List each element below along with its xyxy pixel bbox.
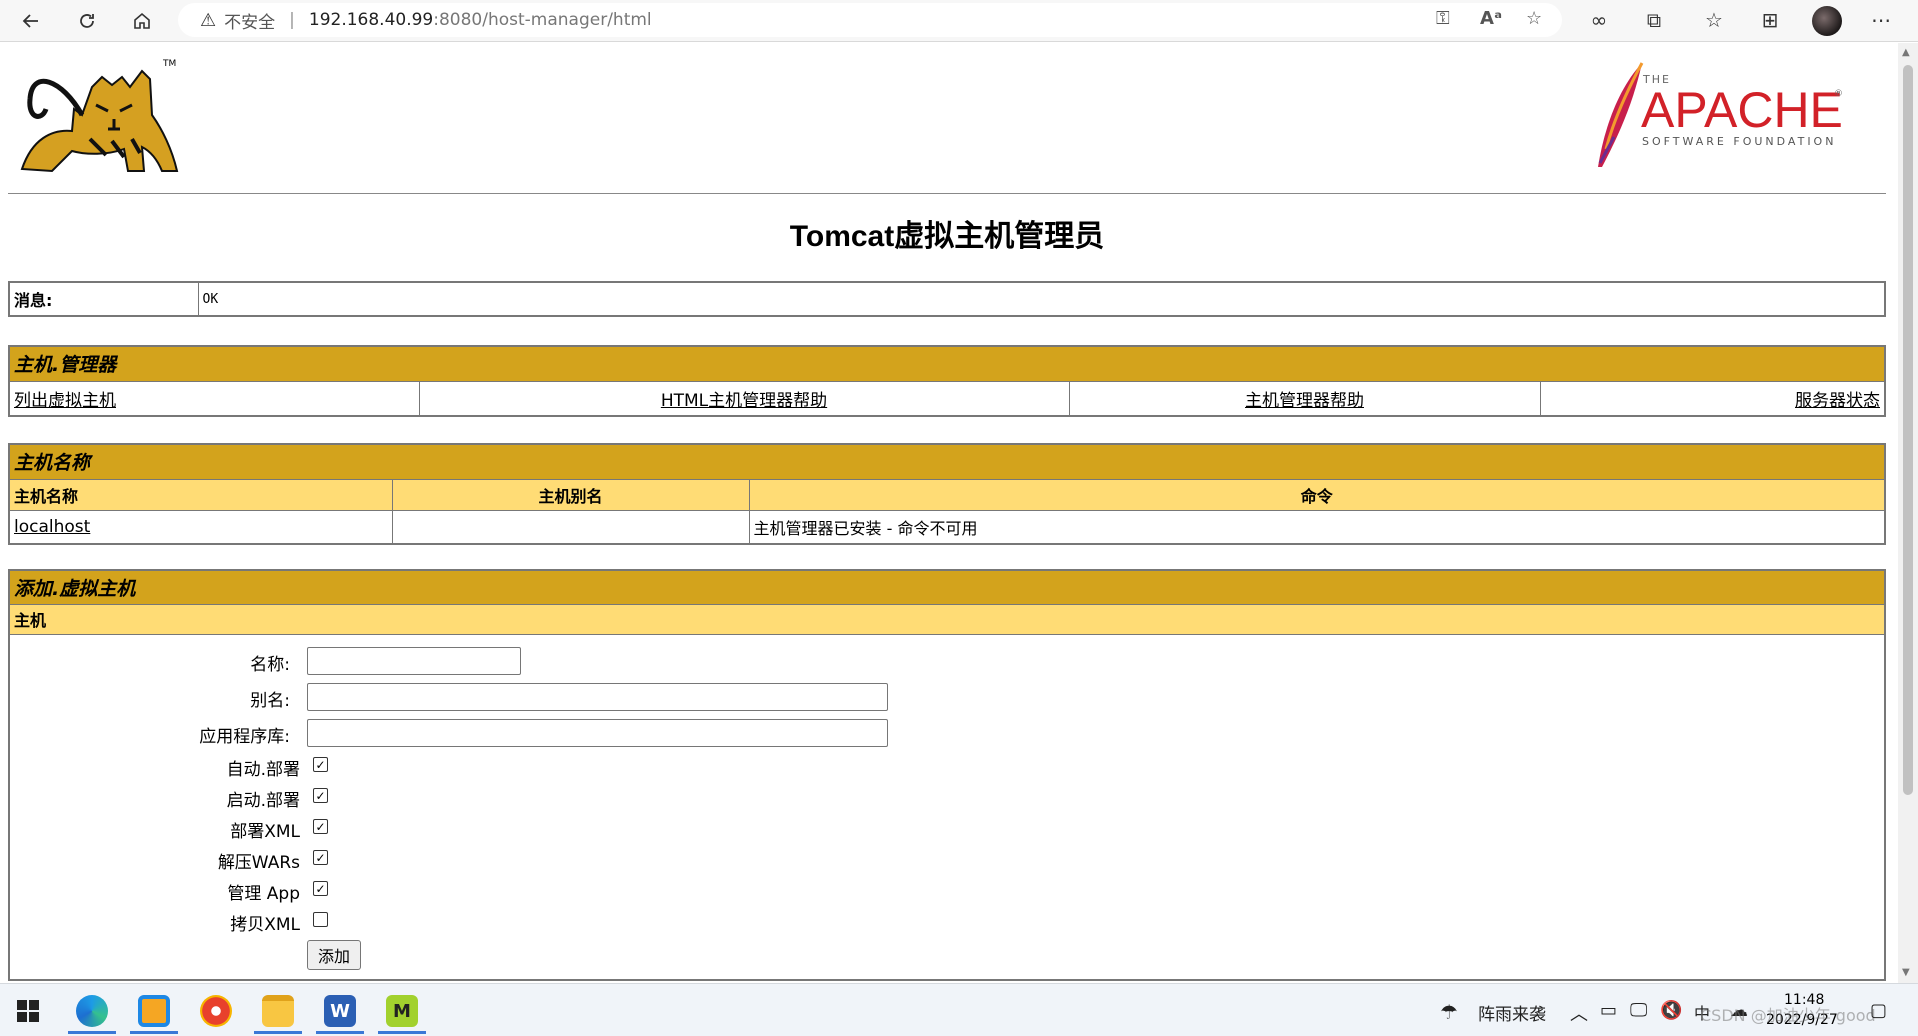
battery-icon[interactable]: ▭ xyxy=(1600,1000,1617,1021)
security-label: 不安全 xyxy=(224,12,276,33)
url-host: 192.168.40.99 xyxy=(308,10,434,30)
apache-subtitle: SOFTWARE FOUNDATION xyxy=(1642,135,1837,148)
key-icon[interactable]: ⚿ xyxy=(1436,8,1450,29)
copyxml-label: 拷贝XML xyxy=(230,915,300,935)
deployxml-checkbox[interactable]: ✓ xyxy=(313,819,328,834)
edge-icon xyxy=(76,995,108,1027)
scrollbar-thumb[interactable] xyxy=(1903,65,1913,795)
host-command-cell: 主机管理器已安装 - 命令不可用 xyxy=(748,510,1886,545)
hosts-header: 主机名称 xyxy=(8,443,1886,480)
tomcat-logo[interactable] xyxy=(12,59,182,177)
apache-wordmark: APACHE xyxy=(1641,82,1843,138)
read-aloud-icon[interactable]: Aᵃ xyxy=(1480,8,1502,29)
folder-icon xyxy=(262,995,294,1027)
more-menu-icon[interactable]: ⋯ xyxy=(1868,8,1894,32)
taskbar-m-app[interactable]: M xyxy=(374,988,430,1034)
manager-header: 主机.管理器 xyxy=(8,345,1886,382)
page-content: TM THE APACHE ® SOFTWARE FOUNDATION Tomc… xyxy=(0,43,1898,983)
name-label: 名称: xyxy=(250,655,290,675)
volume-muted-icon[interactable]: 🔇 xyxy=(1660,1000,1682,1021)
address-bar[interactable]: ⚠ 不安全 | 192.168.40.99:8080/host-manager/… xyxy=(178,3,1562,37)
message-value: OK xyxy=(197,281,1886,317)
hosts-table: 主机名称 主机名称 主机别名 命令 localhost 主机管理器已安装 - 命… xyxy=(8,443,1886,545)
deployonstartup-label: 启动.部署 xyxy=(226,791,300,811)
unpackwars-checkbox[interactable]: ✓ xyxy=(313,850,328,865)
manager-help-link[interactable]: 主机管理器帮助 xyxy=(1245,391,1364,411)
taskbar-edge[interactable] xyxy=(64,988,120,1034)
vmware-icon xyxy=(138,995,170,1027)
taskbar-word[interactable]: W xyxy=(312,988,368,1034)
scroll-up-arrow-icon[interactable]: ▲ xyxy=(1902,47,1910,58)
message-table: 消息: OK xyxy=(8,281,1886,317)
autodeploy-checkbox[interactable]: ✓ xyxy=(313,757,328,772)
scroll-down-arrow-icon[interactable]: ▼ xyxy=(1902,967,1910,978)
deployxml-label: 部署XML xyxy=(230,822,300,842)
back-button[interactable] xyxy=(14,4,48,38)
windows-taskbar: W M ☂ 阵雨来袭 ︿ ▭ 🖵 🔇 中 ☁ 11:48 2022/9/27 C… xyxy=(0,983,1918,1036)
watermark: CSDN @加油少年 good xyxy=(1700,1006,1876,1025)
autodeploy-label: 自动.部署 xyxy=(226,760,300,780)
refresh-button[interactable] xyxy=(70,4,104,38)
message-label: 消息: xyxy=(8,281,199,317)
word-icon: W xyxy=(324,995,356,1027)
appbase-input[interactable] xyxy=(307,719,888,747)
start-button[interactable] xyxy=(0,988,56,1034)
add-button[interactable]: 添加 xyxy=(307,940,361,970)
taskbar-swirl-app[interactable] xyxy=(188,988,244,1034)
name-input[interactable] xyxy=(307,647,521,675)
refresh-icon xyxy=(80,14,94,28)
html-help-link[interactable]: HTML主机管理器帮助 xyxy=(661,391,827,411)
header-divider xyxy=(8,193,1886,194)
address-separator: | xyxy=(289,10,295,30)
swirl-app-icon xyxy=(200,995,232,1027)
server-status-link[interactable]: 服务器状态 xyxy=(1795,391,1880,411)
col-host-alias: 主机别名 xyxy=(391,478,750,512)
manager-app-label: 管理 App xyxy=(227,884,300,904)
favorites-icon[interactable]: ☆ xyxy=(1701,8,1727,32)
col-command: 命令 xyxy=(748,478,1886,512)
windows-logo-icon xyxy=(17,1000,39,1022)
copyxml-checkbox[interactable] xyxy=(313,912,328,927)
tray-chevron-icon[interactable]: ︿ xyxy=(1570,1000,1588,1026)
url-path: :8080/host-manager/html xyxy=(433,10,652,30)
aliases-label: 别名: xyxy=(250,691,290,711)
unpackwars-label: 解压WARs xyxy=(217,853,300,873)
favorite-add-icon[interactable]: ☆ xyxy=(1526,8,1542,29)
trademark-mark: TM xyxy=(163,59,177,69)
browser-toolbar: ⚠ 不安全 | 192.168.40.99:8080/host-manager/… xyxy=(0,0,1918,42)
deployonstartup-checkbox[interactable]: ✓ xyxy=(313,788,328,803)
notification-icon[interactable]: ▢ xyxy=(1870,1000,1887,1021)
collections-icon[interactable]: ⊞ xyxy=(1757,8,1783,32)
page-title: Tomcat虚拟主机管理员 xyxy=(789,220,1105,253)
registered-mark: ® xyxy=(1834,89,1843,99)
weather-rain-icon[interactable]: ☂ xyxy=(1440,1000,1458,1024)
warning-icon: ⚠ xyxy=(200,9,217,31)
weather-text[interactable]: 阵雨来袭 xyxy=(1478,1000,1546,1025)
home-button[interactable] xyxy=(125,4,159,38)
manager-table: 主机.管理器 列出虚拟主机 HTML主机管理器帮助 主机管理器帮助 服务器状态 xyxy=(8,345,1886,417)
list-hosts-link[interactable]: 列出虚拟主机 xyxy=(14,391,116,411)
extensions-icon[interactable]: ⧉ xyxy=(1641,8,1667,32)
taskbar-file-explorer[interactable] xyxy=(250,988,306,1034)
page-scrollbar[interactable]: ▲ ▼ xyxy=(1898,43,1918,983)
profile-avatar[interactable] xyxy=(1812,6,1842,36)
back-arrow-icon xyxy=(22,14,38,28)
home-icon xyxy=(134,12,150,29)
appbase-label: 应用程序库: xyxy=(199,727,290,747)
table-row: localhost 主机管理器已安装 - 命令不可用 xyxy=(8,510,1886,545)
network-icon[interactable]: 🖵 xyxy=(1630,1000,1647,1021)
taskbar-vmware[interactable] xyxy=(126,988,182,1034)
aliases-input[interactable] xyxy=(307,683,888,711)
host-alias-cell xyxy=(391,510,750,545)
col-host-name: 主机名称 xyxy=(8,478,393,512)
manager-app-checkbox[interactable]: ✓ xyxy=(313,881,328,896)
host-link-localhost[interactable]: localhost xyxy=(14,517,90,537)
m-app-icon: M xyxy=(386,995,418,1027)
infinity-icon[interactable]: ∞ xyxy=(1586,8,1612,32)
add-host-subheader: 主机 xyxy=(8,603,1886,635)
add-host-header: 添加.虚拟主机 xyxy=(8,569,1886,605)
